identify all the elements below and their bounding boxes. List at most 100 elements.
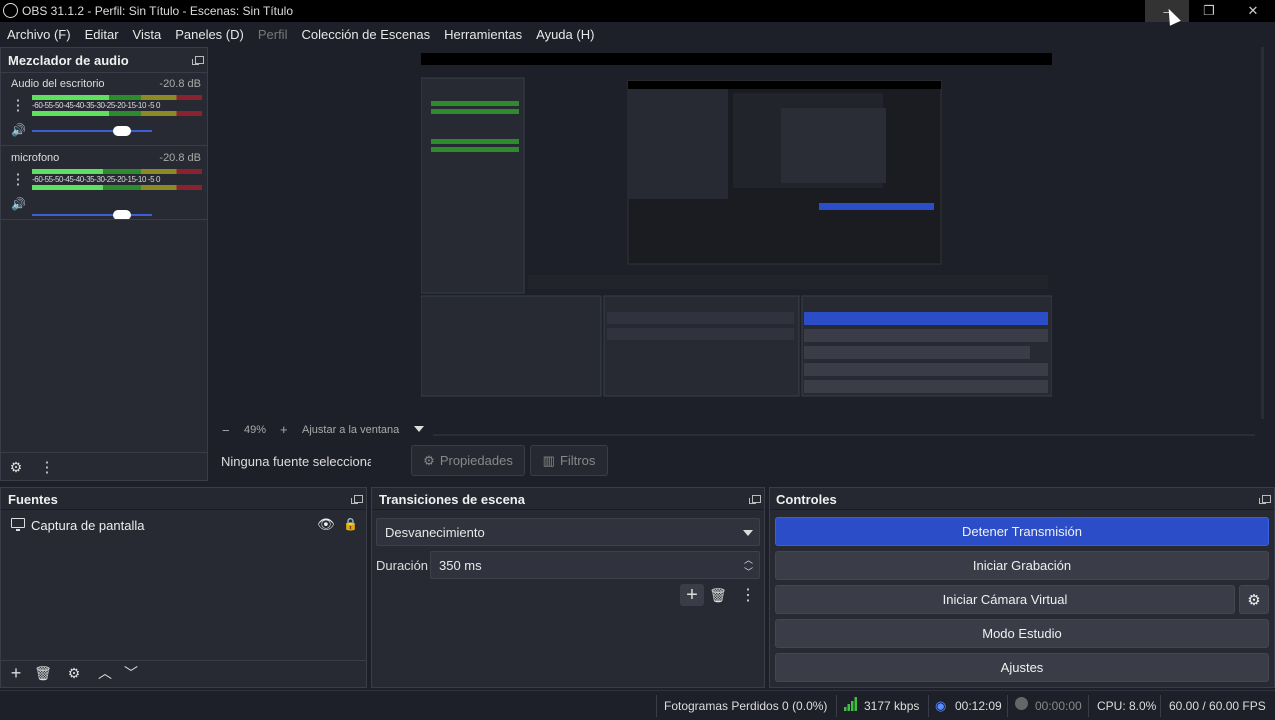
restore-button[interactable]: ❐	[1187, 0, 1231, 22]
sources-title: Fuentes	[8, 492, 58, 507]
streaming-icon: ◉	[935, 698, 947, 713]
obs-logo-icon	[3, 3, 18, 18]
studio-mode-button[interactable]: Modo Estudio	[775, 619, 1269, 648]
source-name: Captura de pantalla	[31, 518, 145, 533]
zoom-in-button[interactable]: +	[280, 422, 288, 437]
source-item[interactable]: Captura de pantalla 👁 🔒	[1, 514, 366, 538]
kebab-menu-icon[interactable]: ⋮	[11, 95, 26, 115]
add-source-icon[interactable]: +	[8, 663, 24, 683]
volume-meter: -60-55-50-45-40-35-30-25-20-15-10 -5 0	[32, 94, 202, 116]
record-time: 00:00:00	[1035, 699, 1082, 713]
duration-value: 350 ms	[439, 557, 482, 573]
settings-button[interactable]: Ajustes	[775, 653, 1269, 682]
preview-capture-image	[421, 53, 1052, 412]
window-title: OBS 31.1.2 - Perfil: Sin Título - Escena…	[22, 4, 294, 18]
scene-transitions-dock: Transiciones de escena Desvanecimiento D…	[371, 487, 765, 688]
signal-strength-icon	[844, 697, 858, 711]
mixer-menu-icon[interactable]: ⋮	[39, 459, 55, 476]
controls-dock: Controles Detener Transmisión Iniciar Gr…	[769, 487, 1275, 688]
stop-streaming-button[interactable]: Detener Transmisión	[775, 517, 1269, 546]
controls-title: Controles	[776, 492, 837, 507]
no-source-selected-label: Ninguna fuente seleccionada	[221, 454, 371, 469]
lock-icon[interactable]: 🔒	[343, 517, 358, 531]
transition-select[interactable]: Desvanecimiento	[376, 518, 760, 546]
meter-level	[32, 185, 104, 190]
start-virtual-camera-button[interactable]: Iniciar Cámara Virtual	[775, 585, 1235, 614]
menu-perfil[interactable]: Perfil	[251, 27, 295, 42]
transitions-title: Transiciones de escena	[379, 492, 525, 507]
channel-name: Audio del escritorio	[11, 78, 105, 90]
undock-icon[interactable]	[192, 56, 204, 65]
undock-icon[interactable]	[351, 495, 363, 504]
preview-scrollbar[interactable]	[1258, 47, 1275, 419]
controls-header: Controles	[770, 488, 1274, 510]
gear-icon: ⚙	[423, 452, 435, 468]
transition-menu-icon[interactable]: ⋮	[740, 586, 756, 604]
fit-to-window-option[interactable]: Ajustar a la ventana	[302, 424, 399, 436]
menu-ayuda[interactable]: Ayuda (H)	[529, 27, 601, 42]
menu-editar[interactable]: Editar	[78, 27, 126, 42]
meter-level	[32, 95, 109, 100]
start-recording-button[interactable]: Iniciar Grabación	[775, 551, 1269, 580]
virtual-camera-settings-gear-icon[interactable]: ⚙	[1239, 585, 1269, 614]
zoom-out-button[interactable]: −	[222, 423, 230, 438]
source-toolbar: Ninguna fuente seleccionada ⚙ Propiedade…	[215, 441, 1275, 483]
duration-label: Duración	[376, 558, 429, 573]
dropped-frames: Fotogramas Perdidos 0 (0.0%)	[664, 699, 828, 713]
visibility-eye-icon[interactable]: 👁	[317, 516, 335, 533]
close-button[interactable]: ✕	[1231, 0, 1275, 22]
duration-spinbox[interactable]: 350 ms ︿ ﹀	[430, 551, 760, 579]
transitions-header: Transiciones de escena	[372, 488, 764, 510]
meter-level	[32, 169, 104, 174]
transition-selected: Desvanecimiento	[385, 524, 485, 540]
sources-header: Fuentes	[1, 488, 366, 510]
audio-mixer-dock: Mezclador de audio Audio del escritorio …	[0, 47, 208, 481]
zoom-level: 49%	[244, 424, 267, 436]
properties-label: Propiedades	[439, 453, 513, 468]
source-properties-gear-icon[interactable]: ⚙	[66, 665, 82, 681]
status-bar: Fotogramas Perdidos 0 (0.0%) 3177 kbps ◉…	[0, 690, 1275, 720]
undock-icon[interactable]	[1259, 495, 1271, 504]
horizontal-scrollbar[interactable]	[433, 434, 1255, 436]
slider-knob[interactable]	[113, 126, 131, 136]
spin-down-icon[interactable]: ﹀	[744, 565, 753, 578]
move-up-chevron-icon[interactable]: ︿	[97, 665, 113, 681]
speaker-icon[interactable]: 🔊	[11, 197, 26, 211]
monitor-icon	[11, 518, 25, 528]
filters-button[interactable]: ▥ Filtros	[530, 445, 608, 476]
remove-transition-trash-icon[interactable]: 🗑	[709, 586, 727, 604]
channel-db: -20.8 dB	[159, 152, 201, 164]
undock-icon[interactable]	[749, 495, 761, 504]
fps: 60.00 / 60.00 FPS	[1169, 699, 1266, 713]
filters-icon: ▥	[542, 452, 555, 468]
add-transition-icon[interactable]: +	[680, 584, 704, 606]
program-preview[interactable]	[421, 53, 1052, 412]
mixer-title: Mezclador de audio	[8, 53, 129, 68]
stream-time: 00:12:09	[955, 699, 1002, 713]
speaker-icon[interactable]: 🔊	[11, 123, 26, 137]
bitrate: 3177 kbps	[864, 699, 920, 713]
zoom-dropdown-arrow-icon[interactable]	[414, 426, 424, 432]
kebab-menu-icon[interactable]: ⋮	[11, 169, 26, 189]
advanced-audio-gear-icon[interactable]: ⚙	[8, 459, 24, 475]
menu-paneles[interactable]: Paneles (D)	[168, 27, 251, 42]
channel-db: -20.8 dB	[159, 78, 201, 90]
zoom-bar: − 49% + Ajustar a la ventana	[215, 421, 1258, 439]
menu-bar: Archivo (F) Editar Vista Paneles (D) Per…	[0, 22, 1275, 46]
menu-vista[interactable]: Vista	[126, 27, 169, 42]
sources-dock: Fuentes Captura de pantalla 👁 🔒 + 🗑 ⚙ ︿ …	[0, 487, 367, 688]
menu-coleccion-escenas[interactable]: Colección de Escenas	[294, 27, 437, 42]
volume-slider[interactable]	[32, 126, 152, 136]
meter-scale: -60-55-50-45-40-35-30-25-20-15-10 -5 0	[32, 175, 160, 184]
recording-indicator-icon	[1015, 697, 1028, 710]
move-down-chevron-icon[interactable]: ﹀	[123, 665, 139, 681]
cpu-usage: CPU: 8.0%	[1097, 699, 1157, 713]
channel-name: microfono	[11, 152, 60, 164]
menu-archivo[interactable]: Archivo (F)	[0, 27, 78, 42]
menu-herramientas[interactable]: Herramientas	[437, 27, 529, 42]
meter-scale: -60-55-50-45-40-35-30-25-20-15-10 -5 0	[32, 101, 160, 110]
properties-button[interactable]: ⚙ Propiedades	[411, 445, 525, 476]
meter-level	[32, 111, 109, 116]
remove-source-trash-icon[interactable]: 🗑	[34, 665, 52, 681]
title-bar: OBS 31.1.2 - Perfil: Sin Título - Escena…	[0, 0, 1275, 22]
